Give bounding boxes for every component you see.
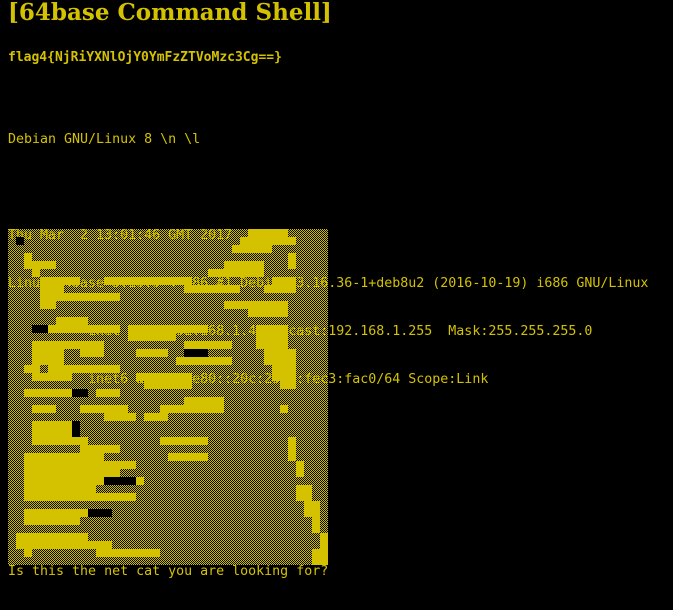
- page-title: [64base Command Shell]: [8, 0, 332, 26]
- terminal-line: Debian GNU/Linux 8 \n \l: [8, 132, 201, 147]
- prompt-text: Is this the net cat you are looking for?: [8, 564, 329, 579]
- ascii-cat-art: [8, 229, 328, 565]
- flag-text: flag4{NjRiYXNlOjY0YmFzZTVoMzc3Cg==}: [8, 50, 282, 65]
